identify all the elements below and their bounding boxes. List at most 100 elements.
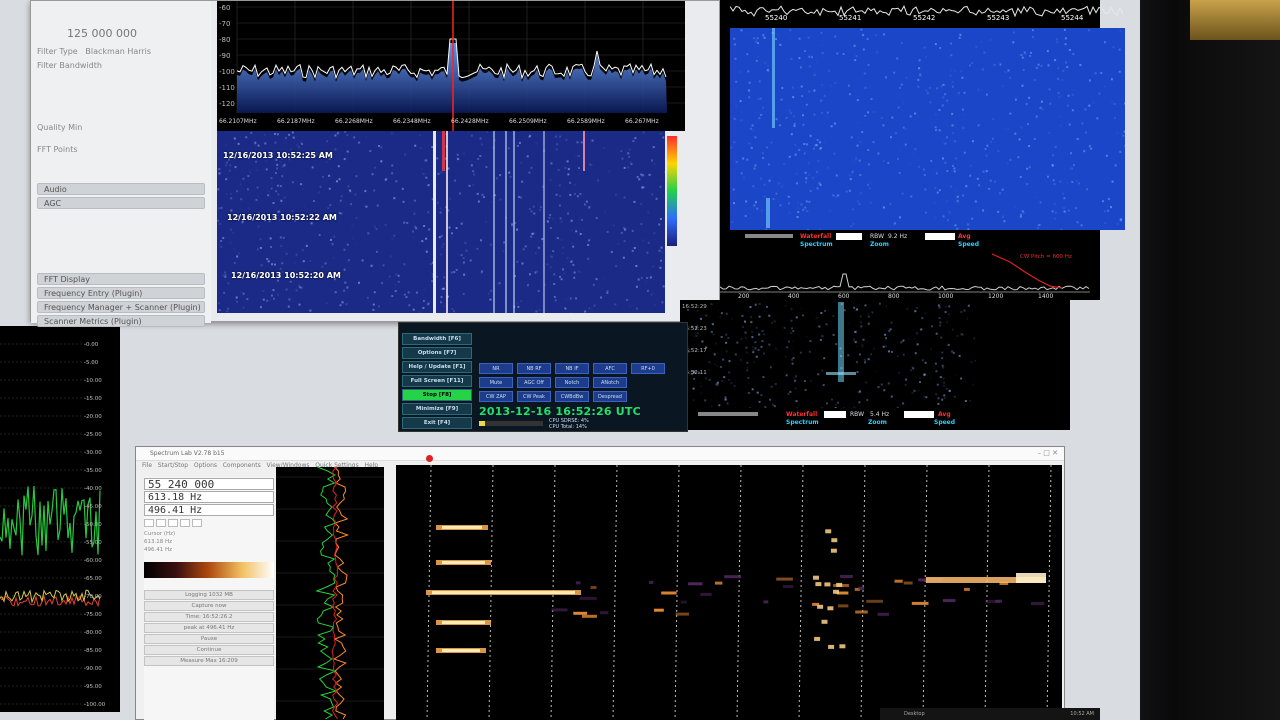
measure-button[interactable]: Measure Max 16:209: [144, 656, 274, 666]
noise-speck: [451, 308, 454, 310]
noise-speck: [366, 296, 369, 299]
group-fft-display[interactable]: FFT Display: [37, 273, 205, 285]
minimize-button[interactable]: Minimize [F9]: [402, 403, 472, 415]
window-controls[interactable]: – □ ✕: [1038, 449, 1058, 457]
frequency-readout[interactable]: 55 240 000: [144, 478, 274, 490]
noise-speck: [847, 354, 850, 357]
capture-button[interactable]: Capture now: [144, 601, 274, 611]
cwbdbw-button[interactable]: CWBdBw: [555, 391, 589, 402]
noise-speck: [1119, 219, 1122, 222]
noise-speck: [1071, 180, 1074, 183]
nb-if-button[interactable]: NB IF: [555, 363, 589, 374]
waterfall-level-field[interactable]: [824, 411, 846, 418]
noise-speck: [420, 168, 423, 170]
record-icon[interactable]: [426, 455, 433, 462]
continue-button[interactable]: Continue: [144, 645, 274, 655]
noise-speck: [946, 200, 949, 203]
agc-button[interactable]: AGC Off: [517, 377, 551, 388]
options-button[interactable]: Options [F7]: [402, 347, 472, 359]
menu-options[interactable]: Options: [194, 462, 217, 469]
logging-button[interactable]: Logging 1032 MB: [144, 590, 274, 600]
group-agc[interactable]: AGC: [37, 197, 205, 209]
group-audio[interactable]: Audio: [37, 183, 205, 195]
toolbar-icon[interactable]: [192, 519, 202, 527]
peak-readout[interactable]: 496.41 Hz: [144, 504, 274, 516]
waterfall-level-field[interactable]: [836, 233, 862, 240]
noise-speck: [279, 160, 282, 163]
noise-speck: [855, 308, 858, 311]
noise-speck: [632, 140, 635, 143]
cw-peak-button[interactable]: CW Peak: [517, 391, 551, 402]
noise-speck: [979, 40, 982, 43]
noise-speck: [636, 175, 639, 178]
menu-start-stop[interactable]: Start/Stop: [158, 462, 188, 469]
noise-speck: [266, 299, 269, 302]
noise-speck: [615, 193, 617, 196]
noise-speck: [276, 293, 279, 296]
notch-button[interactable]: Notch: [555, 377, 589, 388]
full-screen-button[interactable]: Full Screen [F11]: [402, 375, 472, 387]
rbw-select[interactable]: [904, 411, 934, 418]
cw-zap-button[interactable]: CW ZAP: [479, 391, 513, 402]
noise-speck: [345, 303, 348, 306]
noise-speck: [559, 135, 562, 138]
noise-speck: [225, 192, 228, 195]
bandwidth-button[interactable]: Bandwidth [F6]: [402, 333, 472, 345]
desktop-label[interactable]: Desktop: [904, 711, 925, 717]
exit-button[interactable]: Exit [F4]: [402, 417, 472, 429]
noise-speck: [481, 193, 484, 196]
noise-speck: [965, 185, 968, 188]
noise-speck: [925, 89, 928, 92]
noise-speck: [397, 274, 400, 277]
noise-speck: [528, 171, 531, 174]
noise-speck: [631, 229, 634, 232]
noise-speck: [1026, 183, 1029, 186]
despread-button[interactable]: Despread: [593, 391, 627, 402]
noise-speck: [479, 137, 482, 140]
rbw-select[interactable]: [925, 233, 955, 240]
color-palette[interactable]: [144, 562, 274, 578]
group-frequency-manager[interactable]: Frequency Manager + Scanner (Plugin): [37, 301, 205, 313]
afc-button[interactable]: AFC: [593, 363, 627, 374]
stop-button[interactable]: Stop [F8]: [402, 389, 472, 401]
toolbar-icon[interactable]: [144, 519, 154, 527]
nb-rf-button[interactable]: NB RF: [517, 363, 551, 374]
noise-speck: [716, 394, 718, 396]
group-scanner-metrics[interactable]: Scanner Metrics (Plugin): [37, 315, 205, 327]
noise-speck: [978, 184, 980, 187]
toolbar-icon[interactable]: [168, 519, 178, 527]
noise-speck: [982, 170, 985, 173]
db-tick: -80: [219, 36, 230, 44]
noise-speck: [911, 391, 914, 394]
noise-speck: [1009, 76, 1011, 79]
noise-speck: [820, 31, 823, 34]
group-frequency-entry[interactable]: Frequency Entry (Plugin): [37, 287, 205, 299]
noise-speck: [647, 241, 650, 244]
frequency-field[interactable]: 125 000 000: [37, 27, 205, 41]
anotch-button[interactable]: ANotch: [593, 377, 627, 388]
toolbar-icon[interactable]: [156, 519, 166, 527]
noise-speck: [747, 381, 750, 384]
noise-speck: [1114, 117, 1117, 120]
signal-speck: [654, 608, 664, 612]
menu-components[interactable]: Components: [223, 462, 261, 469]
offset-readout[interactable]: 613.18 Hz: [144, 491, 274, 503]
nr-button[interactable]: NR: [479, 363, 513, 374]
noise-speck: [935, 129, 937, 132]
noise-speck: [553, 283, 556, 285]
noise-speck: [587, 310, 589, 312]
noise-speck: [220, 206, 223, 209]
noise-speck: [1086, 188, 1088, 191]
waterfall-slider[interactable]: [745, 234, 793, 238]
toolbar-icon[interactable]: [180, 519, 190, 527]
pause-button[interactable]: Pause: [144, 634, 274, 644]
filter-type-select[interactable]: Blackman Harris: [85, 47, 151, 56]
waterfall-slider[interactable]: [698, 412, 758, 416]
noise-speck: [436, 275, 439, 278]
help-update-button[interactable]: Help / Update [F1]: [402, 361, 472, 373]
noise-speck: [454, 179, 457, 182]
mute-button[interactable]: Mute: [479, 377, 513, 388]
noise-speck: [740, 119, 743, 122]
menu-file[interactable]: File: [142, 462, 152, 469]
rf-gain-button[interactable]: RF+0: [631, 363, 665, 374]
